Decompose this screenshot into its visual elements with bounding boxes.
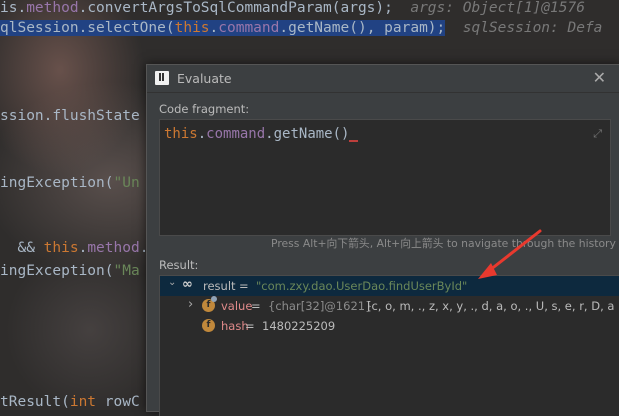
code-line-4: ingException("Un — [0, 175, 140, 191]
watch-icon: ∞ — [182, 277, 193, 292]
result-label: Result: — [159, 258, 199, 272]
tree-row-hash[interactable]: f hash = 1480225209 — [160, 316, 619, 336]
field-value: [c, o, m, ., z, x, y, ., d, a, o, ., U, … — [367, 299, 615, 313]
text-caret — [349, 128, 359, 142]
inline-debug-hint: sqlSession: Defa — [462, 20, 603, 36]
field-icon: f — [202, 319, 215, 332]
code-line-1: is.method.convertArgsToSqlCommandParam(a… — [0, 0, 585, 16]
dialog-titlebar[interactable]: Evaluate ✕ — [147, 65, 619, 93]
result-name: result — [203, 279, 236, 293]
tree-row-value[interactable]: › f value = {char[32]@1621} [c, o, m, .,… — [160, 296, 619, 316]
code-line-3: ssion.flushState — [0, 108, 140, 124]
dialog-title: Evaluate — [177, 71, 232, 86]
lock-icon — [211, 296, 217, 302]
tree-row-result[interactable]: ⌄ ∞ result = "com.zxy.dao.UserDao.findUs… — [160, 276, 619, 296]
equals-sign: = — [245, 319, 255, 333]
code-fragment-label: Code fragment: — [159, 102, 250, 116]
code-line-7: tResult(int rowC — [0, 394, 140, 410]
history-help-text: Press Alt+向下箭头, Alt+向上箭头 to navigate thr… — [271, 237, 616, 250]
close-icon[interactable]: ✕ — [593, 68, 606, 87]
equals-sign: = — [239, 279, 249, 293]
evaluate-dialog: Evaluate ✕ Code fragment: this.command.g… — [146, 64, 619, 416]
field-type: {char[32]@1621} — [268, 299, 373, 313]
code-line-5: && this.method. — [17, 240, 149, 256]
expand-arrow-icon[interactable]: › — [188, 297, 193, 312]
inline-debug-hint: args: Object[1]@1576 — [410, 0, 585, 16]
collapse-icon[interactable]: ⌄ — [168, 277, 176, 288]
code-fragment-text[interactable]: this.command.getName() — [164, 126, 359, 142]
code-fragment-input[interactable]: this.command.getName() ⤢ — [159, 119, 611, 236]
intellij-icon — [155, 71, 169, 85]
equals-sign: = — [251, 299, 261, 313]
code-line-6: ingException("Ma — [0, 263, 140, 279]
expand-icon[interactable]: ⤢ — [593, 127, 602, 141]
result-tree[interactable]: ⌄ ∞ result = "com.zxy.dao.UserDao.findUs… — [159, 275, 619, 416]
field-value: 1480225209 — [262, 319, 336, 333]
field-name: value — [221, 299, 253, 313]
result-value: "com.zxy.dao.UserDao.findUserById" — [256, 279, 468, 293]
code-line-2: qlSession.selectOne(this.command.getName… — [0, 20, 603, 36]
